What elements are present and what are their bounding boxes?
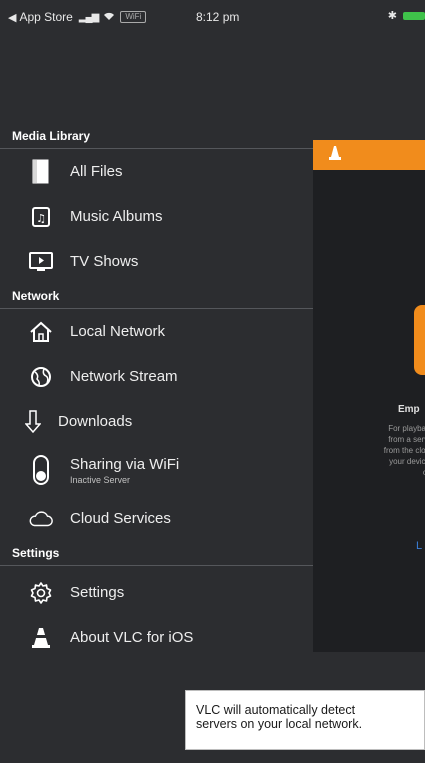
clock: 8:12 pm — [196, 10, 240, 24]
callout-line-1: VLC will automatically detect — [196, 703, 356, 717]
menu-item-label: Local Network — [70, 323, 166, 340]
callout-line-2: servers on your local network. — [196, 717, 363, 731]
server-status-label: Inactive Server — [70, 474, 131, 485]
tv-icon — [28, 251, 54, 272]
menu-item-label: TV Shows — [70, 253, 139, 270]
house-icon — [28, 321, 54, 343]
status-bar: ◀ App Store ▂▄▆ WiFi 8:12 pm ✱ — [0, 0, 425, 34]
back-label: App Store — [19, 10, 73, 24]
music-album-icon: ♫ — [28, 206, 54, 228]
download-arrow-icon — [20, 409, 46, 434]
wifi-icon — [103, 11, 115, 24]
bluetooth-icon: ✱ — [387, 10, 397, 22]
signal-strength-icon: ▂▄▆ — [78, 11, 99, 23]
back-to-app-store[interactable]: ◀ App Store — [8, 10, 73, 24]
vlc-logo-icon — [414, 305, 425, 375]
menu-item-label: Downloads — [58, 413, 133, 430]
menu-item-label: Network Stream — [70, 368, 178, 385]
empty-state-title: Emp — [398, 404, 420, 415]
file-icon — [28, 159, 54, 185]
learn-more-link[interactable]: L — [416, 540, 422, 552]
svg-text:♫: ♫ — [36, 212, 46, 225]
menu-item-label: Cloud Services — [70, 510, 171, 527]
toggle-switch-icon[interactable] — [28, 455, 54, 485]
vlc-cone-icon — [28, 627, 54, 649]
back-arrow-icon: ◀ — [8, 11, 17, 24]
globe-icon — [28, 366, 54, 388]
battery-icon — [403, 11, 425, 20]
main-content-panel: Emp For playbac from a servi from the cl… — [313, 140, 425, 652]
menu-item-label: Music Albums — [70, 208, 163, 225]
menu-item-label: All Files — [70, 163, 123, 180]
menu-item-label: Settings — [70, 584, 125, 601]
vlc-cone-icon[interactable] — [329, 145, 341, 165]
navigation-bar — [313, 140, 425, 170]
wifi-badge: WiFi — [120, 11, 147, 23]
menu-item-label: Sharing via WiFi — [70, 455, 180, 473]
cloud-icon — [28, 510, 54, 528]
menu-item-label: About VLC for iOS — [70, 629, 194, 646]
callout-caption: VLC will automatically detect servers on… — [185, 690, 425, 750]
gear-icon — [28, 581, 54, 605]
empty-state-description: For playbac from a servi from the clou y… — [383, 424, 425, 477]
